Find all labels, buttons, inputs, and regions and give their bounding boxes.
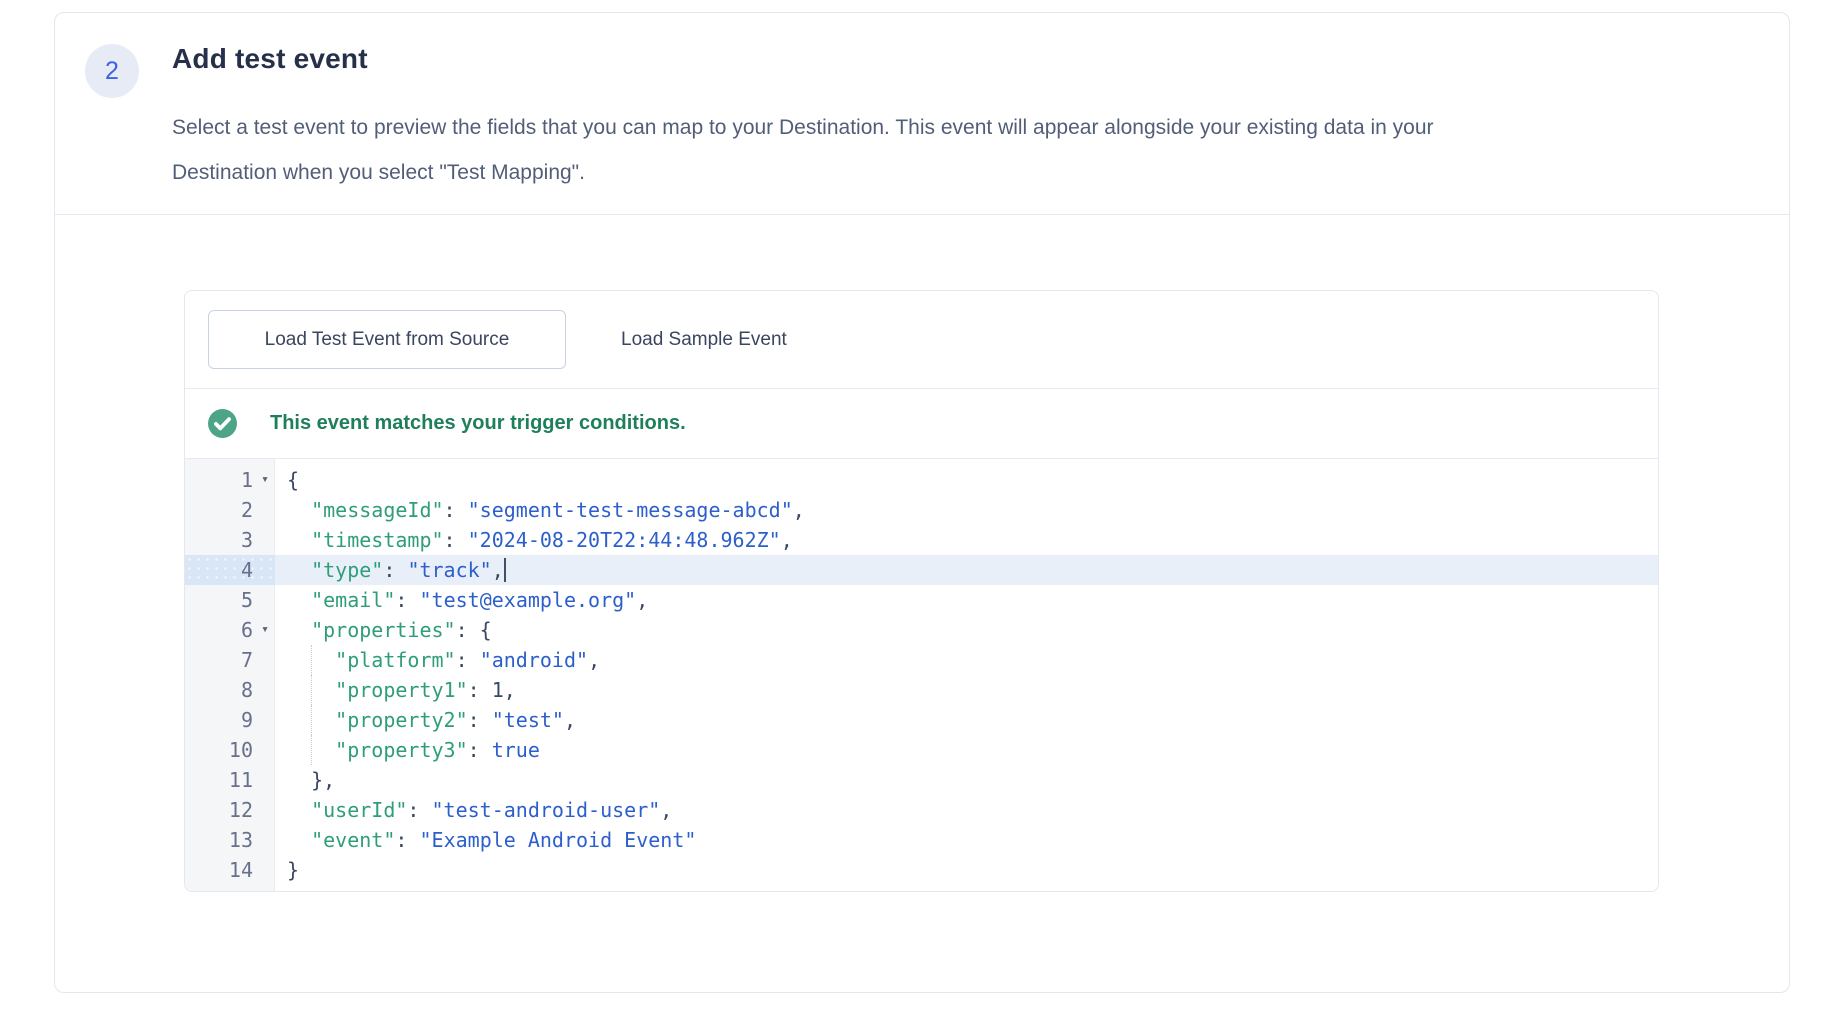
- line-number: 14: [185, 855, 253, 885]
- line-number: 9: [185, 705, 253, 735]
- code-text: }: [287, 855, 1658, 885]
- code-line[interactable]: 10 "property3": true: [185, 735, 1658, 765]
- line-number: 3: [185, 525, 253, 555]
- code-text: "property3": true: [287, 735, 1658, 765]
- code-line[interactable]: 12 "userId": "test-android-user",: [185, 795, 1658, 825]
- code-text: "properties": {: [287, 615, 1658, 645]
- code-text: "userId": "test-android-user",: [287, 795, 1658, 825]
- code-line[interactable]: 3 "timestamp": "2024-08-20T22:44:48.962Z…: [185, 525, 1658, 555]
- line-number: 13: [185, 825, 253, 855]
- line-number: 1: [185, 465, 253, 495]
- page-title: Add test event: [172, 43, 368, 75]
- code-line[interactable]: 8 "property1": 1,: [185, 675, 1658, 705]
- code-text: {: [287, 465, 1658, 495]
- step-description-line: Destination when you select "Test Mappin…: [172, 150, 1434, 195]
- header-divider: [55, 214, 1789, 215]
- fold-arrow-icon[interactable]: ▾: [256, 615, 274, 645]
- code-line[interactable]: 7 "platform": "android",: [185, 645, 1658, 675]
- code-line[interactable]: 1▾ {: [185, 465, 1658, 495]
- step-description: Select a test event to preview the field…: [172, 105, 1434, 195]
- check-circle-icon: [208, 409, 237, 438]
- json-editor-lines: 1▾{2 "messageId": "segment-test-message-…: [185, 459, 1658, 885]
- code-text: "property1": 1,: [287, 675, 1658, 705]
- line-number: 10: [185, 735, 253, 765]
- code-text: },: [287, 765, 1658, 795]
- json-editor[interactable]: 1▾{2 "messageId": "segment-test-message-…: [185, 459, 1658, 891]
- code-text: "type": "track",: [287, 555, 1658, 585]
- code-line[interactable]: 14}: [185, 855, 1658, 885]
- fold-arrow-icon[interactable]: ▾: [256, 465, 274, 495]
- trigger-match-status: This event matches your trigger conditio…: [185, 389, 1658, 459]
- add-test-event-card: 2 Add test event Select a test event to …: [54, 12, 1790, 993]
- code-text: "email": "test@example.org",: [287, 585, 1658, 615]
- line-number: 2: [185, 495, 253, 525]
- line-number: 6: [185, 615, 253, 645]
- code-line[interactable]: 5 "email": "test@example.org",: [185, 585, 1658, 615]
- text-cursor: [504, 558, 506, 582]
- line-number: 5: [185, 585, 253, 615]
- code-line[interactable]: 2 "messageId": "segment-test-message-abc…: [185, 495, 1658, 525]
- code-text: "property2": "test",: [287, 705, 1658, 735]
- code-text: "platform": "android",: [287, 645, 1658, 675]
- line-number: 4: [185, 555, 253, 585]
- code-line[interactable]: 11 },: [185, 765, 1658, 795]
- status-message: This event matches your trigger conditio…: [270, 412, 686, 435]
- test-event-panel: Load Test Event from Source Load Sample …: [184, 290, 1659, 892]
- code-text: "timestamp": "2024-08-20T22:44:48.962Z",: [287, 525, 1658, 555]
- step-description-line: Select a test event to preview the field…: [172, 105, 1434, 150]
- line-number: 11: [185, 765, 253, 795]
- code-line[interactable]: 6▾ "properties": {: [185, 615, 1658, 645]
- step-number: 2: [105, 57, 119, 86]
- load-sample-event-button[interactable]: Load Sample Event: [621, 310, 787, 369]
- code-text: "event": "Example Android Event": [287, 825, 1658, 855]
- code-line[interactable]: 9 "property2": "test",: [185, 705, 1658, 735]
- load-test-event-button[interactable]: Load Test Event from Source: [208, 310, 566, 369]
- line-number: 12: [185, 795, 253, 825]
- step-number-badge: 2: [85, 44, 139, 98]
- code-text: "messageId": "segment-test-message-abcd"…: [287, 495, 1658, 525]
- event-source-button-row: Load Test Event from Source Load Sample …: [185, 291, 1658, 389]
- code-line[interactable]: 13 "event": "Example Android Event": [185, 825, 1658, 855]
- line-number: 8: [185, 675, 253, 705]
- line-number: 7: [185, 645, 253, 675]
- code-line[interactable]: 4 "type": "track",: [185, 555, 1658, 585]
